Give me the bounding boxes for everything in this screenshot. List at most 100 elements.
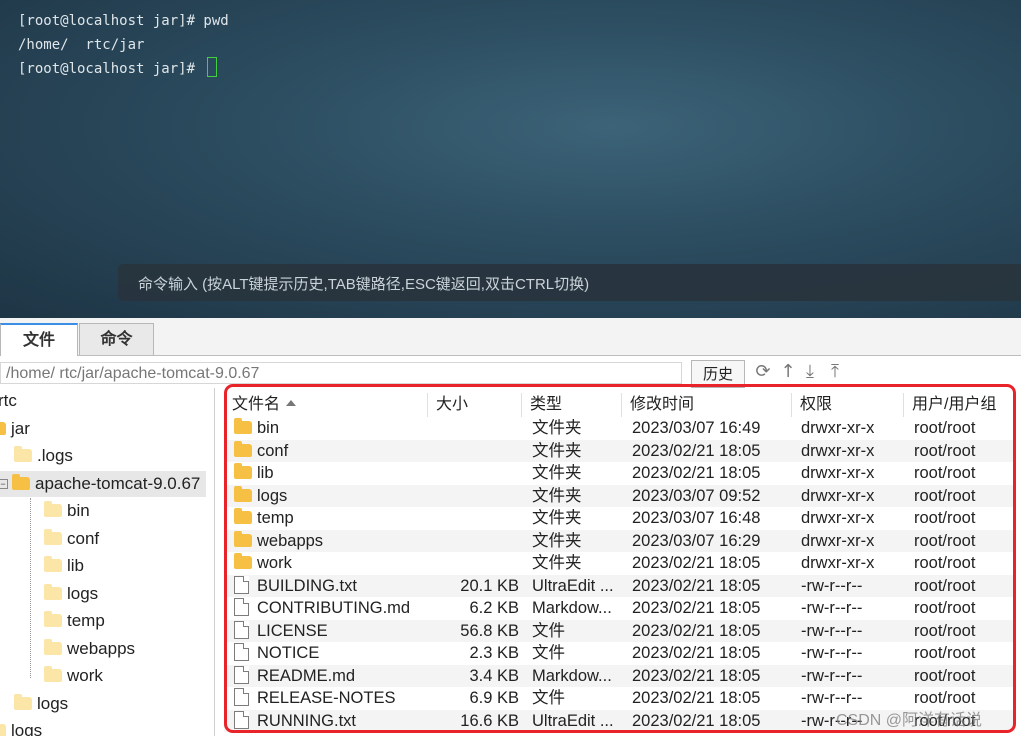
file-icon xyxy=(234,665,249,684)
column-header-mtime[interactable]: 修改时间 xyxy=(622,393,792,417)
table-row[interactable]: logs 文件夹 2023/03/07 09:52 drwxr-xr-x root/ro… xyxy=(224,484,1015,507)
command-input-bar[interactable]: 命令输入 (按ALT键提示历史,TAB键路径,ESC键返回,双击CTRL切换) xyxy=(118,264,1021,301)
folder-open-icon xyxy=(12,474,30,490)
collapse-icon[interactable]: − xyxy=(0,479,8,489)
command-input-hint: 命令输入 (按ALT键提示历史,TAB键路径,ESC键返回,双击CTRL切换) xyxy=(138,276,590,293)
tree-item-conf[interactable]: conf xyxy=(44,526,99,552)
file-permission: drwxr-xr-x xyxy=(801,441,875,460)
file-permission: -rw-r--r-- xyxy=(801,644,863,662)
file-permission: drwxr-xr-x xyxy=(801,486,875,505)
folder-icon xyxy=(44,639,62,655)
tab-commands[interactable]: 命令 xyxy=(79,323,154,355)
file-name-cell: RELEASE-NOTES xyxy=(234,687,424,710)
tree-item-dotlogs[interactable]: .logs xyxy=(14,443,73,469)
file-type: UltraEdit ... xyxy=(532,576,614,595)
tree-item-label: logs xyxy=(67,584,99,603)
folder-icon xyxy=(234,553,252,569)
file-owner: root/root xyxy=(914,419,976,437)
folder-icon xyxy=(44,584,62,600)
file-owner: root/root xyxy=(914,486,976,505)
file-owner: root/root xyxy=(914,644,976,662)
watermark: CSDN @阿洋有话说 xyxy=(836,712,983,729)
table-row[interactable]: README.md 3.4 KB Markdow... 2023/02/21 18:0… xyxy=(224,664,1015,687)
directory-tree: rtc jar .logs −apache-tomcat-9.0.67 bin … xyxy=(0,388,215,736)
folder-icon xyxy=(44,556,62,572)
file-size: 16.6 KB xyxy=(460,711,519,730)
file-name: logs xyxy=(257,486,288,505)
table-row[interactable]: CONTRIBUTING.md 6.2 KB Markdow... 2023/02/2… xyxy=(224,597,1015,620)
table-row[interactable]: BUILDING.txt 20.1 KB UltraEdit ... 2023/02/… xyxy=(224,574,1015,597)
file-name: bin xyxy=(257,419,280,437)
file-name: RELEASE-NOTES xyxy=(257,689,396,707)
folder-icon xyxy=(234,418,252,434)
file-size: 3.4 KB xyxy=(469,666,519,685)
file-owner: root/root xyxy=(914,554,976,572)
column-header-name[interactable]: 文件名 xyxy=(224,393,428,417)
file-permission: -rw-r--r-- xyxy=(801,666,863,685)
terminal-prompt-text: [root@localhost jar]# xyxy=(18,61,204,77)
file-name: lib xyxy=(257,464,274,482)
file-type: Markdow... xyxy=(532,666,612,685)
tree-item-label: .logs xyxy=(37,446,73,465)
table-row[interactable]: lib 文件夹 2023/02/21 18:05 drwxr-xr-x root/roo… xyxy=(224,462,1015,485)
column-header-owner[interactable]: 用户/用户组 xyxy=(904,393,1015,417)
tree-item-webapps[interactable]: webapps xyxy=(44,636,135,662)
file-permission: drwxr-xr-x xyxy=(801,509,875,527)
file-size: 2.3 KB xyxy=(469,644,519,662)
file-mtime: 2023/03/07 16:48 xyxy=(632,509,761,527)
folder-icon xyxy=(234,530,252,547)
file-owner: root/root xyxy=(914,576,976,595)
tree-item-logs-2[interactable]: logs xyxy=(14,691,68,717)
file-name-cell: NOTICE xyxy=(234,642,424,665)
file-permission: -rw-r--r-- xyxy=(801,621,863,640)
refresh-icon[interactable]: ⟳ xyxy=(753,362,773,382)
tree-item-logs[interactable]: logs xyxy=(44,581,98,607)
table-row[interactable]: NOTICE 2.3 KB 文件 2023/02/21 18:05 -rw-r--r--… xyxy=(224,642,1015,665)
file-name: NOTICE xyxy=(257,644,320,662)
table-row[interactable]: LICENSE 56.8 KB 文件 2023/02/21 18:05 -rw-r--r… xyxy=(224,619,1015,642)
terminal-cursor xyxy=(207,57,218,77)
tree-item-label: temp xyxy=(67,611,105,630)
terminal-prompt[interactable]: [root@localhost jar]# xyxy=(18,57,229,82)
file-name-cell: bin xyxy=(234,417,424,440)
tree-item-root[interactable]: rtc xyxy=(0,388,17,414)
path-bar: /home/ rtc/jar/apache-tomcat-9.0.67 历史 ⟳… xyxy=(0,356,1021,388)
file-name: BUILDING.txt xyxy=(257,576,357,595)
history-button[interactable]: 历史 xyxy=(691,360,745,388)
column-header-permission[interactable]: 权限 xyxy=(792,393,904,417)
table-row[interactable]: temp 文件夹 2023/03/07 16:48 drwxr-xr-x root/ro… xyxy=(224,507,1015,530)
tree-item-jar[interactable]: jar xyxy=(0,416,30,442)
file-permission: drwxr-xr-x xyxy=(801,531,875,550)
path-input[interactable]: /home/ rtc/jar/apache-tomcat-9.0.67 xyxy=(0,362,682,384)
tree-connector xyxy=(30,498,31,678)
column-header-size[interactable]: 大小 xyxy=(428,393,522,417)
tree-item-label: logs xyxy=(37,694,69,713)
folder-icon xyxy=(44,529,62,545)
tab-files[interactable]: 文件 xyxy=(0,323,78,357)
file-size: 6.9 KB xyxy=(469,689,519,707)
tree-item-lib[interactable]: lib xyxy=(44,553,84,579)
tree-item-temp[interactable]: temp xyxy=(44,608,105,634)
table-row[interactable]: work 文件夹 2023/02/21 18:05 drwxr-xr-x root/ro… xyxy=(224,552,1015,575)
tree-item-apache-tomcat[interactable]: − apache-tomcat-9.0.67 xyxy=(0,471,207,497)
file-mtime: 2023/02/21 18:05 xyxy=(632,621,761,640)
file-owner: root/root xyxy=(914,621,976,640)
up-directory-icon[interactable]: ↑ xyxy=(778,362,798,382)
tree-item-bin[interactable]: bin xyxy=(44,498,90,524)
file-name: CONTRIBUTING.md xyxy=(257,599,411,617)
file-mtime: 2023/02/21 18:05 xyxy=(632,464,761,482)
table-row[interactable]: bin 文件夹 2023/03/07 16:49 drwxr-xr-x root/roo… xyxy=(224,417,1015,440)
folder-icon xyxy=(0,422,6,435)
column-header-type[interactable]: 类型 xyxy=(522,393,622,417)
download-icon[interactable]: ⤓ xyxy=(800,362,820,382)
file-name: webapps xyxy=(257,531,324,550)
file-permission: -rw-r--r-- xyxy=(801,599,863,617)
file-icon xyxy=(234,575,249,594)
terminal-panel[interactable]: [root@localhost jar]# pwd /home/ rtc/jar… xyxy=(0,0,1021,318)
file-mtime: 2023/02/21 18:05 xyxy=(632,554,761,572)
tree-item-logs-3[interactable]: logs xyxy=(0,718,42,736)
tree-item-work[interactable]: work xyxy=(44,663,103,689)
table-row[interactable]: conf 文件夹 2023/02/21 18:05 drwxr-xr-x root/ro… xyxy=(224,439,1015,462)
upload-icon[interactable]: ⤒ xyxy=(825,362,845,382)
table-row[interactable]: webapps 文件夹 2023/03/07 16:29 drwxr-xr-x root… xyxy=(224,529,1015,552)
